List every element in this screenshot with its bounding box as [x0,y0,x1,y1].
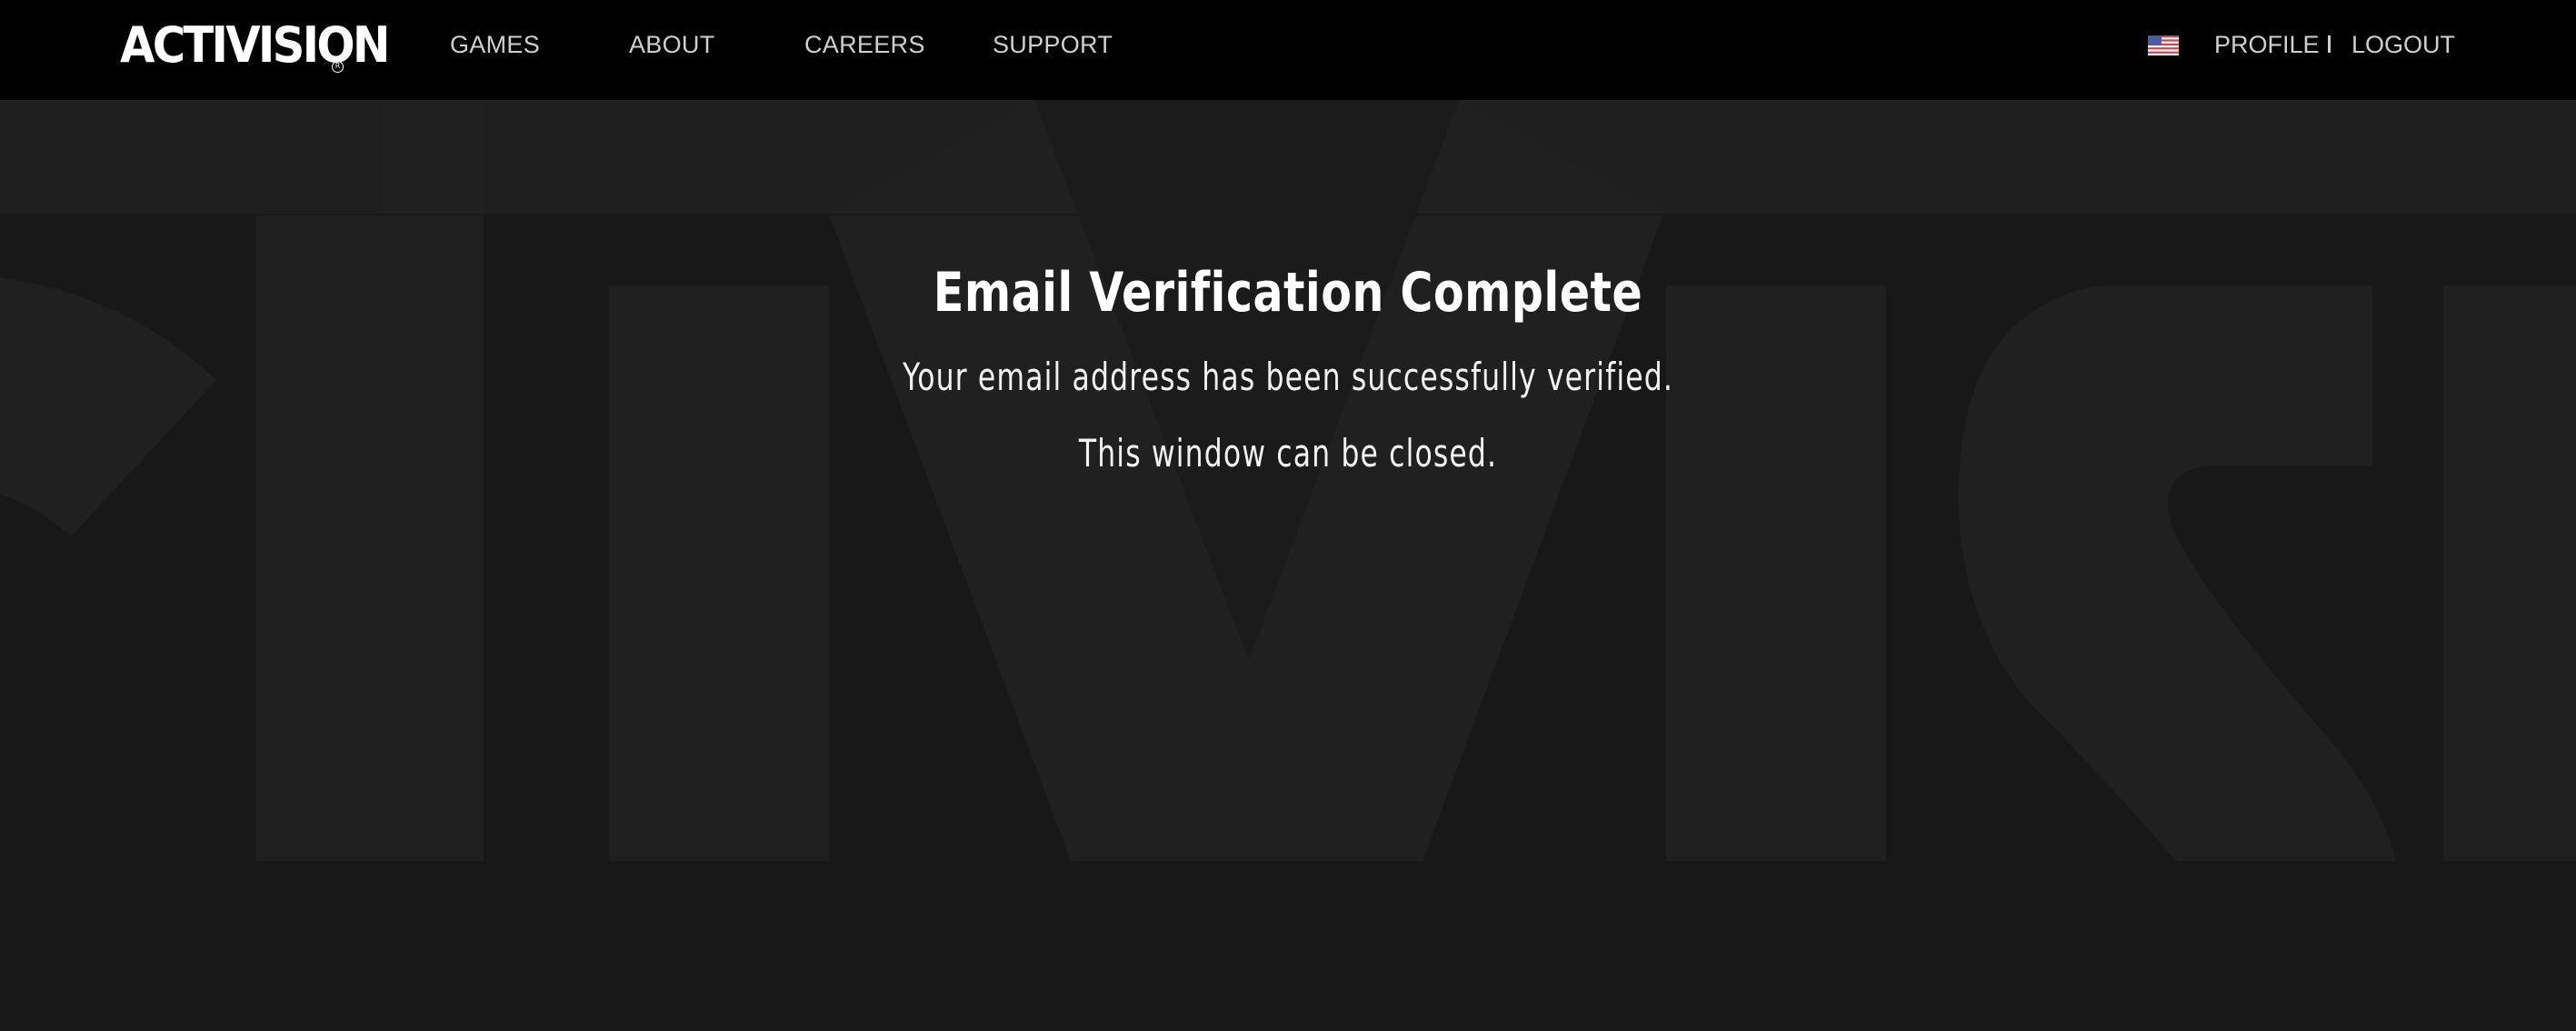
site-header: ACTIVISION R GAMES ABOUT CAREERS SUPPORT… [0,0,2576,100]
logo-wordmark: ACTIVISION [120,16,390,74]
page: ACTIVISION R GAMES ABOUT CAREERS SUPPORT… [0,0,2576,1031]
nav-games[interactable]: GAMES [450,29,540,60]
verification-success-text: Your email address has been successfully… [903,355,1673,399]
nav-careers[interactable]: CAREERS [804,29,925,60]
page-title: Email Verification Complete [933,261,1643,325]
close-window-text: This window can be closed. [1078,431,1498,475]
nav-support[interactable]: SUPPORT [993,29,1113,60]
nav-about[interactable]: ABOUT [629,29,715,60]
header-divider [2328,35,2331,53]
background-logo-watermark [0,100,2576,861]
activision-logo[interactable]: ACTIVISION R [120,16,411,75]
profile-link[interactable]: PROFILE [2214,29,2320,60]
registered-mark-icon: R [332,61,344,73]
logout-link[interactable]: LOGOUT [2351,29,2455,60]
us-flag-icon[interactable] [2148,35,2179,55]
